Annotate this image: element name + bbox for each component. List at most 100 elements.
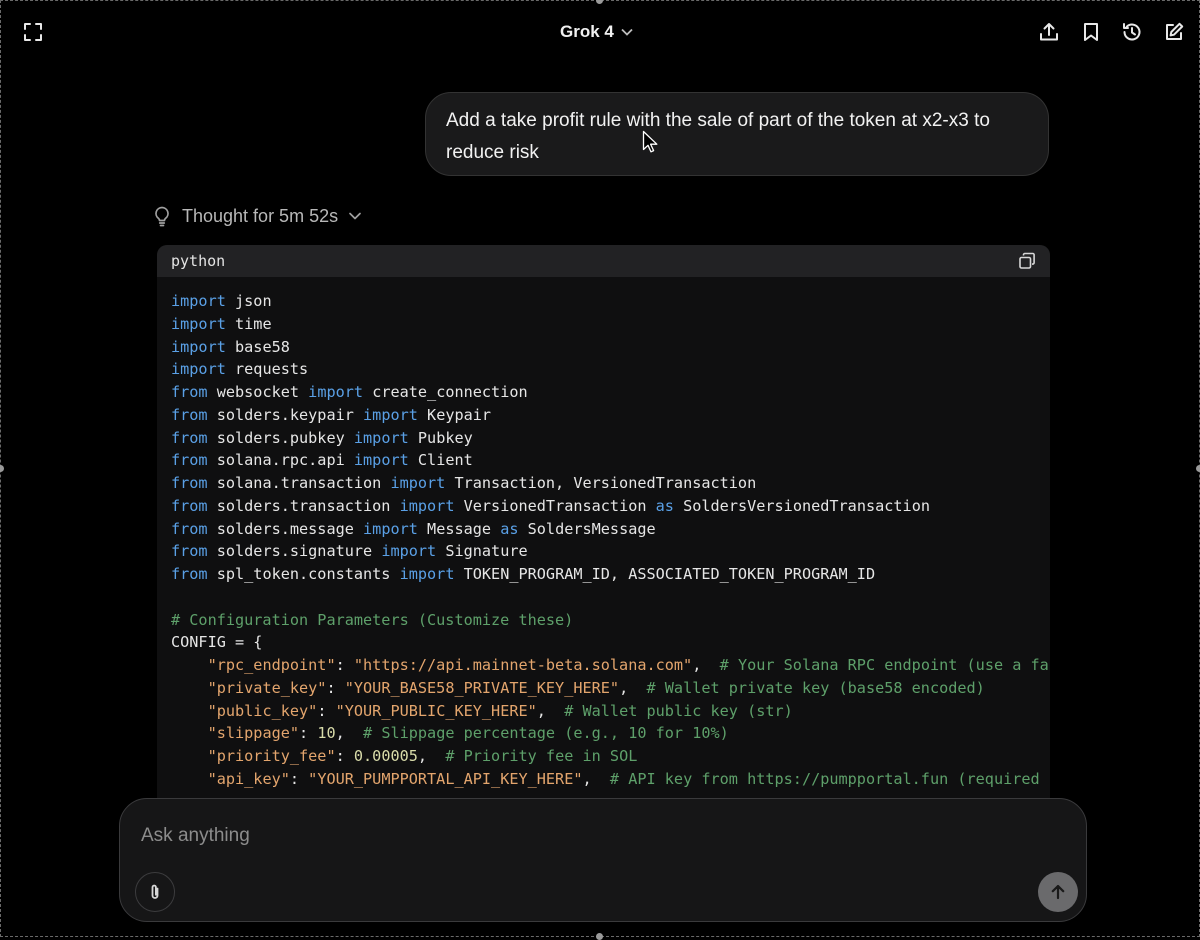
code-token: "https://api.mainnet-beta.solana.com" <box>353 656 693 674</box>
code-token: solders.transaction <box>207 496 400 515</box>
code-token: solders.message <box>207 519 364 538</box>
model-name: Grok 4 <box>560 22 614 41</box>
code-token: json <box>225 292 272 310</box>
code-token: requests <box>225 360 309 379</box>
fullscreen-button[interactable] <box>20 19 46 45</box>
code-line: "slippage": 10, # Slippage percentage (e… <box>171 722 1036 745</box>
code-token: import <box>353 428 409 447</box>
code-token: import <box>353 451 409 470</box>
code-token: "YOUR_BASE58_PRIVATE_KEY_HERE" <box>344 678 620 697</box>
code-language-label: python <box>171 252 226 270</box>
code-token: "slippage" <box>207 724 300 743</box>
code-token: Client <box>408 451 473 470</box>
code-token: : <box>326 678 345 697</box>
code-token: from <box>171 405 208 424</box>
bookmark-button[interactable] <box>1078 19 1104 45</box>
code-token: , <box>335 724 364 743</box>
arrow-up-icon <box>1051 884 1065 900</box>
send-button[interactable] <box>1038 872 1078 912</box>
code-token: : <box>289 769 309 788</box>
code-line: from solders.signature import Signature <box>171 540 1036 563</box>
code-line: import time <box>171 313 1036 336</box>
code-token: , <box>619 678 647 697</box>
code-token: solders.signature <box>207 542 382 561</box>
code-token: from <box>171 519 208 538</box>
code-token: Transaction, VersionedTransaction <box>445 474 757 492</box>
code-token: import <box>399 496 455 515</box>
paperclip-icon <box>151 884 159 899</box>
code-token: import <box>381 542 437 561</box>
code-token: Message <box>417 519 501 538</box>
code-token: "private_key" <box>207 678 327 697</box>
copy-icon <box>1019 252 1035 269</box>
code-line: from solana.rpc.api import Client <box>171 449 1036 472</box>
code-token: from <box>171 542 208 561</box>
history-button[interactable] <box>1119 19 1145 45</box>
code-line: CONFIG = { <box>171 631 1036 654</box>
code-token: : <box>335 747 354 765</box>
model-selector[interactable]: Grok 4 <box>560 19 634 45</box>
code-token: as <box>500 519 519 538</box>
chevron-down-icon <box>621 28 633 36</box>
code-token: , <box>692 656 720 674</box>
code-token: Signature <box>436 542 528 561</box>
code-token: "public_key" <box>207 701 318 720</box>
code-token: websocket <box>207 383 309 401</box>
chat-input[interactable] <box>139 821 1023 851</box>
code-token: SoldersVersionedTransaction <box>673 496 930 515</box>
lightbulb-icon <box>155 206 169 227</box>
code-token: # Configuration Parameters (Customize th… <box>171 610 574 629</box>
code-line: "private_key": "YOUR_BASE58_PRIVATE_KEY_… <box>171 677 1036 700</box>
code-token: : <box>317 701 336 720</box>
new-chat-button[interactable] <box>1161 19 1187 45</box>
user-message-bubble: Add a take profit rule with the sale of … <box>425 92 1049 176</box>
history-icon <box>1123 23 1141 41</box>
code-token: solders.keypair <box>207 405 364 424</box>
code-line: from solana.transaction import Transacti… <box>171 472 1036 495</box>
top-bar: Grok 4 <box>0 0 1200 64</box>
code-token: import <box>171 292 226 310</box>
code-line: import requests <box>171 358 1036 381</box>
code-token: 10 <box>317 724 336 743</box>
code-line: from solders.pubkey import Pubkey <box>171 427 1036 450</box>
copy-code-button[interactable] <box>1018 252 1036 270</box>
code-token: # Wallet private key (base58 encoded) <box>646 678 985 697</box>
code-line: "rpc_endpoint": "https://api.mainnet-bet… <box>171 654 1050 677</box>
code-line: from websocket import create_connection <box>171 381 1036 404</box>
code-token: : <box>335 656 354 674</box>
code-token: Pubkey <box>408 428 473 447</box>
code-line: from solders.transaction import Versione… <box>171 495 1036 518</box>
code-token: from <box>171 474 208 492</box>
attach-button[interactable] <box>135 872 175 912</box>
resize-handle-right[interactable] <box>1196 465 1200 472</box>
code-token: import <box>363 519 418 538</box>
code-token: spl_token.constants <box>207 565 400 583</box>
code-token: "YOUR_PUBLIC_KEY_HERE" <box>335 701 537 720</box>
code-token: # Your Solana RPC endpoint (use a fas <box>719 656 1050 674</box>
code-token: from <box>171 565 208 583</box>
mouse-pointer-icon <box>642 130 658 153</box>
code-token: from <box>171 383 208 401</box>
code-token: , <box>536 701 565 720</box>
code-token: Keypair <box>417 405 492 424</box>
code-token: from <box>171 428 208 447</box>
bookmark-icon <box>1084 23 1098 41</box>
code-token: VersionedTransaction <box>454 496 656 515</box>
code-token: solana.transaction <box>207 474 391 492</box>
code-token: SoldersMessage <box>518 519 656 538</box>
thought-toggle[interactable]: Thought for 5m 52s <box>152 203 362 229</box>
code-token: import <box>363 405 418 424</box>
code-token: as <box>655 496 674 515</box>
resize-handle-left[interactable] <box>0 465 4 472</box>
share-button[interactable] <box>1036 19 1062 45</box>
code-token: import <box>171 360 226 379</box>
thought-label: Thought for 5m 52s <box>182 205 339 226</box>
code-line: from spl_token.constants import TOKEN_PR… <box>171 563 1036 586</box>
code-token: # API key from https://pumpportal.fun (r… <box>609 769 1050 788</box>
code-token: import <box>171 314 226 333</box>
